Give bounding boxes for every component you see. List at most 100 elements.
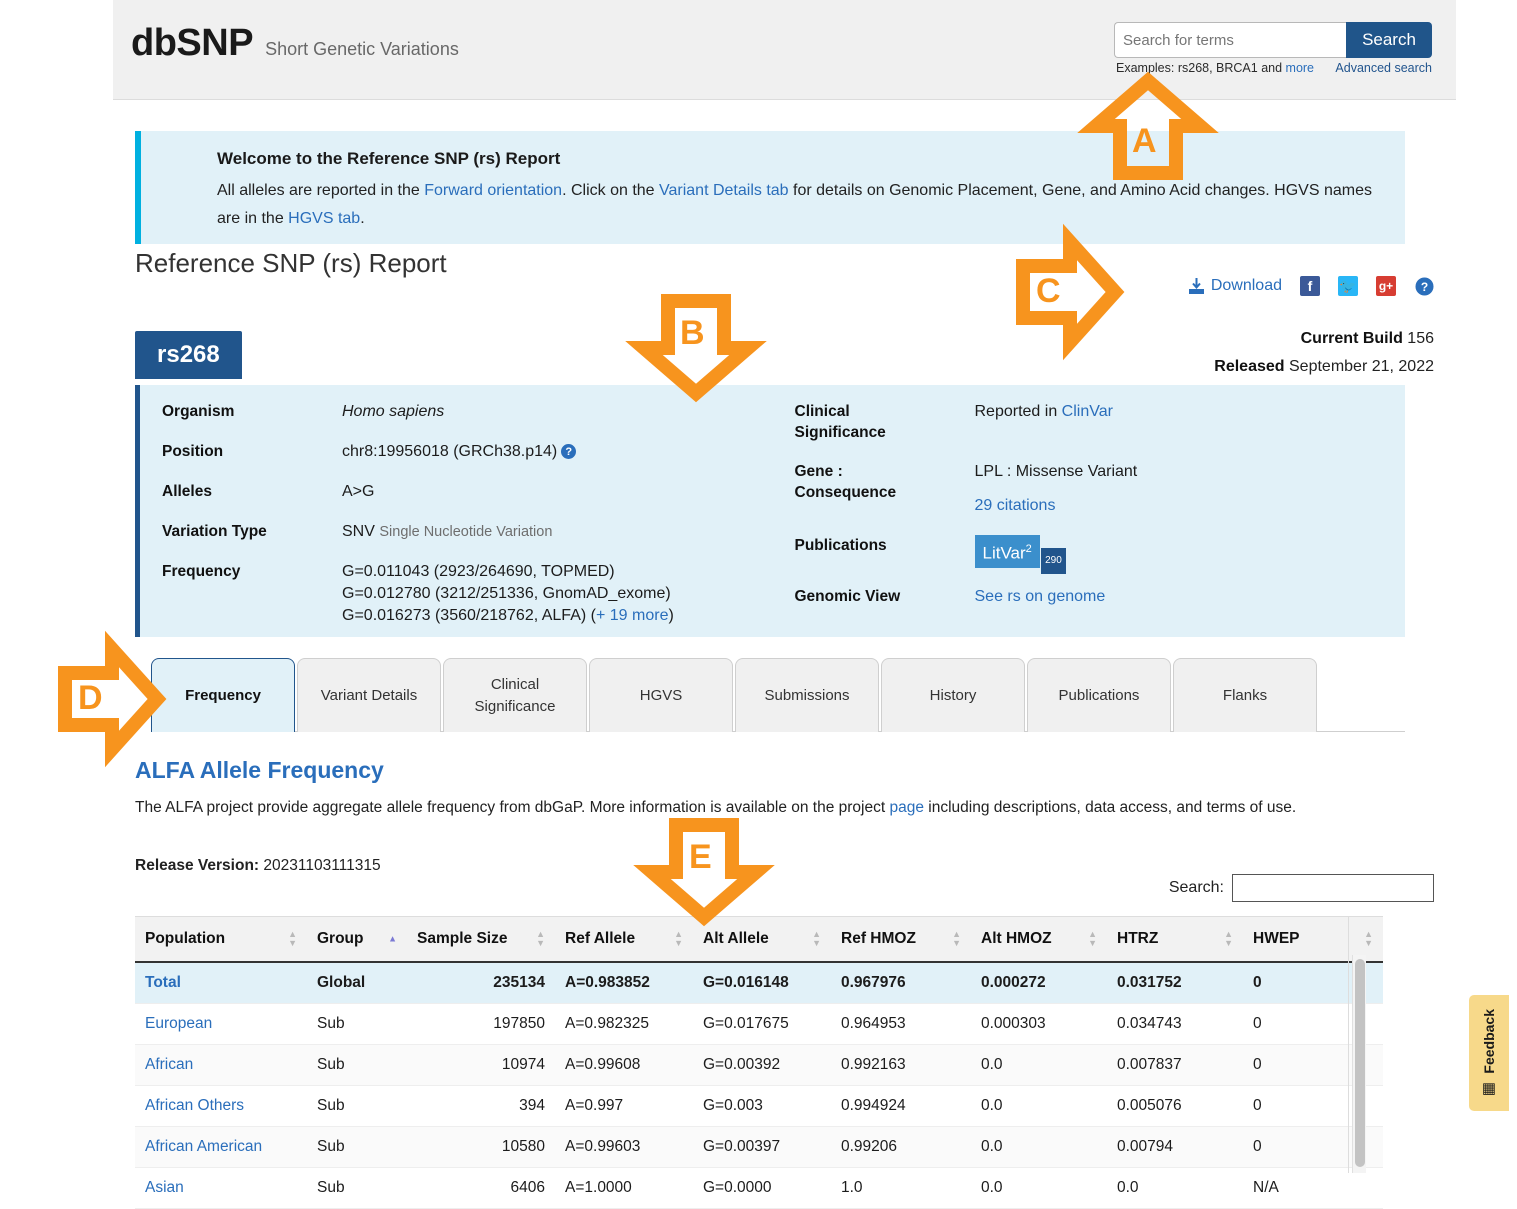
- variant-details-tab-link[interactable]: Variant Details tab: [659, 182, 789, 199]
- col-header-ref-allele[interactable]: Ref Allele ▲ ▼: [555, 916, 693, 963]
- litvar-badge[interactable]: LitVar2 290: [974, 535, 1066, 574]
- current-build-label: Current Build: [1300, 330, 1403, 347]
- cell-htrz: 0.0: [1107, 1167, 1243, 1209]
- search-input[interactable]: [1114, 22, 1346, 58]
- advanced-search-link[interactable]: Advanced search: [1335, 61, 1432, 75]
- search-button[interactable]: Search: [1346, 22, 1432, 58]
- cell-alt-allele: G=0.003: [693, 1085, 831, 1127]
- download-icon: [1188, 277, 1204, 294]
- released-label: Released: [1214, 358, 1285, 375]
- google-plus-icon[interactable]: g+: [1376, 276, 1396, 296]
- col-header-ref-hmoz[interactable]: Ref HMOZ ▲ ▼: [831, 916, 971, 963]
- rs-field-alleles: Alleles A>G: [162, 481, 773, 503]
- cell-sample-size: 235134: [407, 962, 555, 1004]
- table-row[interactable]: African Others Sub 394 A=0.997 G=0.003 0…: [135, 1085, 1383, 1127]
- tab-publications[interactable]: Publications: [1027, 658, 1171, 732]
- search-examples-more-link[interactable]: more: [1286, 61, 1314, 75]
- col-header-htrz[interactable]: HTRZ ▲ ▼: [1107, 916, 1243, 963]
- alfa-project-page-link[interactable]: page: [889, 799, 923, 816]
- alfa-section-title: ALFA Allele Frequency: [135, 757, 384, 783]
- cell-population[interactable]: European: [135, 1003, 307, 1045]
- tab-variant-details[interactable]: Variant Details: [297, 658, 441, 732]
- tab-hgvs[interactable]: HGVS: [589, 658, 733, 732]
- table-scrollbar[interactable]: [1352, 955, 1366, 1173]
- cell-population[interactable]: African Others: [135, 1085, 307, 1127]
- tab-clinical-significance[interactable]: Clinical Significance: [443, 658, 587, 732]
- col-header-alt-allele[interactable]: Alt Allele ▲ ▼: [693, 916, 831, 963]
- released-value: September 21, 2022: [1289, 358, 1434, 375]
- tab-frequency[interactable]: Frequency: [151, 658, 295, 732]
- twitter-icon[interactable]: 🐦: [1338, 276, 1358, 296]
- rs-summary-right-column: Clinical Significance Reported in ClinVar…: [773, 401, 1406, 645]
- table-row[interactable]: African American Sub 10580 A=0.99603 G=0…: [135, 1126, 1383, 1168]
- cell-ref-allele: A=0.99603: [555, 1126, 693, 1168]
- col-header-group[interactable]: Group ▲: [307, 916, 407, 963]
- svg-text:?: ?: [1420, 280, 1427, 294]
- col-header-population[interactable]: Population ▲ ▼: [135, 916, 307, 963]
- cell-population[interactable]: Total: [135, 962, 307, 1004]
- position-help-icon[interactable]: ?: [561, 444, 577, 460]
- left-gutter: [0, 0, 113, 1173]
- position-label: Position: [162, 443, 224, 460]
- cell-alt-hmoz: 0.0: [971, 1126, 1107, 1168]
- rs-summary-card: Organism Homo sapiens Position chr8:1995…: [135, 385, 1405, 637]
- feedback-tab[interactable]: Feedback ▦: [1469, 995, 1509, 1111]
- table-search-label: Search:: [1168, 879, 1224, 896]
- release-version-value: 20231103111315: [263, 857, 381, 874]
- cell-group: Sub: [307, 1167, 407, 1209]
- cell-htrz: 0.00794: [1107, 1126, 1243, 1168]
- cell-sample-size: 6406: [407, 1167, 555, 1209]
- col-header-sample-size[interactable]: Sample Size ▲ ▼: [407, 916, 555, 963]
- facebook-icon[interactable]: f: [1300, 276, 1320, 296]
- welcome-text-4: .: [360, 210, 365, 227]
- clinvar-link[interactable]: ClinVar: [1062, 403, 1113, 420]
- tab-history[interactable]: History: [881, 658, 1025, 732]
- page-title: Reference SNP (rs) Report: [135, 248, 447, 278]
- see-rs-on-genome-link[interactable]: See rs on genome: [975, 588, 1106, 605]
- current-build-row: Current Build 156: [1214, 325, 1434, 353]
- download-button[interactable]: Download: [1188, 277, 1282, 295]
- welcome-text-1: All alleles are reported in the: [217, 182, 425, 199]
- cell-ref-allele: A=0.983852: [555, 962, 693, 1004]
- table-row[interactable]: Total Global 235134 A=0.983852 G=0.01614…: [135, 962, 1383, 1004]
- forward-orientation-link[interactable]: Forward orientation: [424, 182, 562, 199]
- cell-htrz: 0.031752: [1107, 962, 1243, 1004]
- cell-alt-allele: G=0.017675: [693, 1003, 831, 1045]
- rs-field-publications: Publications LitVar2 290: [795, 535, 1406, 574]
- cell-alt-allele: G=0.00392: [693, 1044, 831, 1086]
- frequency-more-link[interactable]: + 19 more: [596, 607, 668, 624]
- tab-submissions[interactable]: Submissions: [735, 658, 879, 732]
- release-version-label: Release Version:: [135, 857, 260, 874]
- site-logo[interactable]: dbSNP Short Genetic Variations: [131, 22, 459, 65]
- table-row[interactable]: African Sub 10974 A=0.99608 G=0.00392 0.…: [135, 1044, 1383, 1086]
- col-label-ref-allele: Ref Allele: [565, 930, 636, 947]
- cell-population[interactable]: African: [135, 1044, 307, 1086]
- variation-type-label: Variation Type: [162, 523, 267, 540]
- help-icon[interactable]: ?: [1414, 276, 1434, 296]
- hgvs-tab-link[interactable]: HGVS tab: [288, 210, 360, 227]
- litvar-count-badge: 290: [1041, 547, 1066, 574]
- cell-group: Sub: [307, 1044, 407, 1086]
- table-row[interactable]: European Sub 197850 A=0.982325 G=0.01767…: [135, 1003, 1383, 1045]
- frequency-line-2: G=0.012780 (3212/251336, GnomAD_exome): [342, 585, 671, 602]
- cell-population[interactable]: Asian: [135, 1167, 307, 1209]
- cell-population[interactable]: African American: [135, 1126, 307, 1168]
- cell-ref-hmoz: 0.964953: [831, 1003, 971, 1045]
- page-container: dbSNP Short Genetic Variations Search Ex…: [113, 0, 1456, 1209]
- citations-link[interactable]: 29 citations: [975, 497, 1056, 514]
- table-search-input[interactable]: [1232, 874, 1434, 902]
- cell-ref-hmoz: 1.0: [831, 1167, 971, 1209]
- table-row[interactable]: Asian Sub 6406 A=1.0000 G=0.0000 1.0 0.0…: [135, 1167, 1383, 1209]
- cell-sample-size: 10580: [407, 1126, 555, 1168]
- col-header-alt-hmoz[interactable]: Alt HMOZ ▲ ▼: [971, 916, 1107, 963]
- tab-flanks[interactable]: Flanks: [1173, 658, 1317, 732]
- sort-icon-group: ▲: [388, 933, 397, 944]
- cell-group: Sub: [307, 1126, 407, 1168]
- table-scrollbar-thumb[interactable]: [1355, 959, 1365, 1167]
- frequency-values: G=0.011043 (2923/264690, TOPMED) G=0.012…: [342, 561, 674, 627]
- col-label-alt-hmoz: Alt HMOZ: [981, 930, 1052, 947]
- logo-text: dbSNP: [131, 22, 254, 64]
- rs-field-organism: Organism Homo sapiens: [162, 401, 773, 423]
- frequency-line-1: G=0.011043 (2923/264690, TOPMED): [342, 563, 615, 580]
- organism-value: Homo sapiens: [342, 403, 445, 420]
